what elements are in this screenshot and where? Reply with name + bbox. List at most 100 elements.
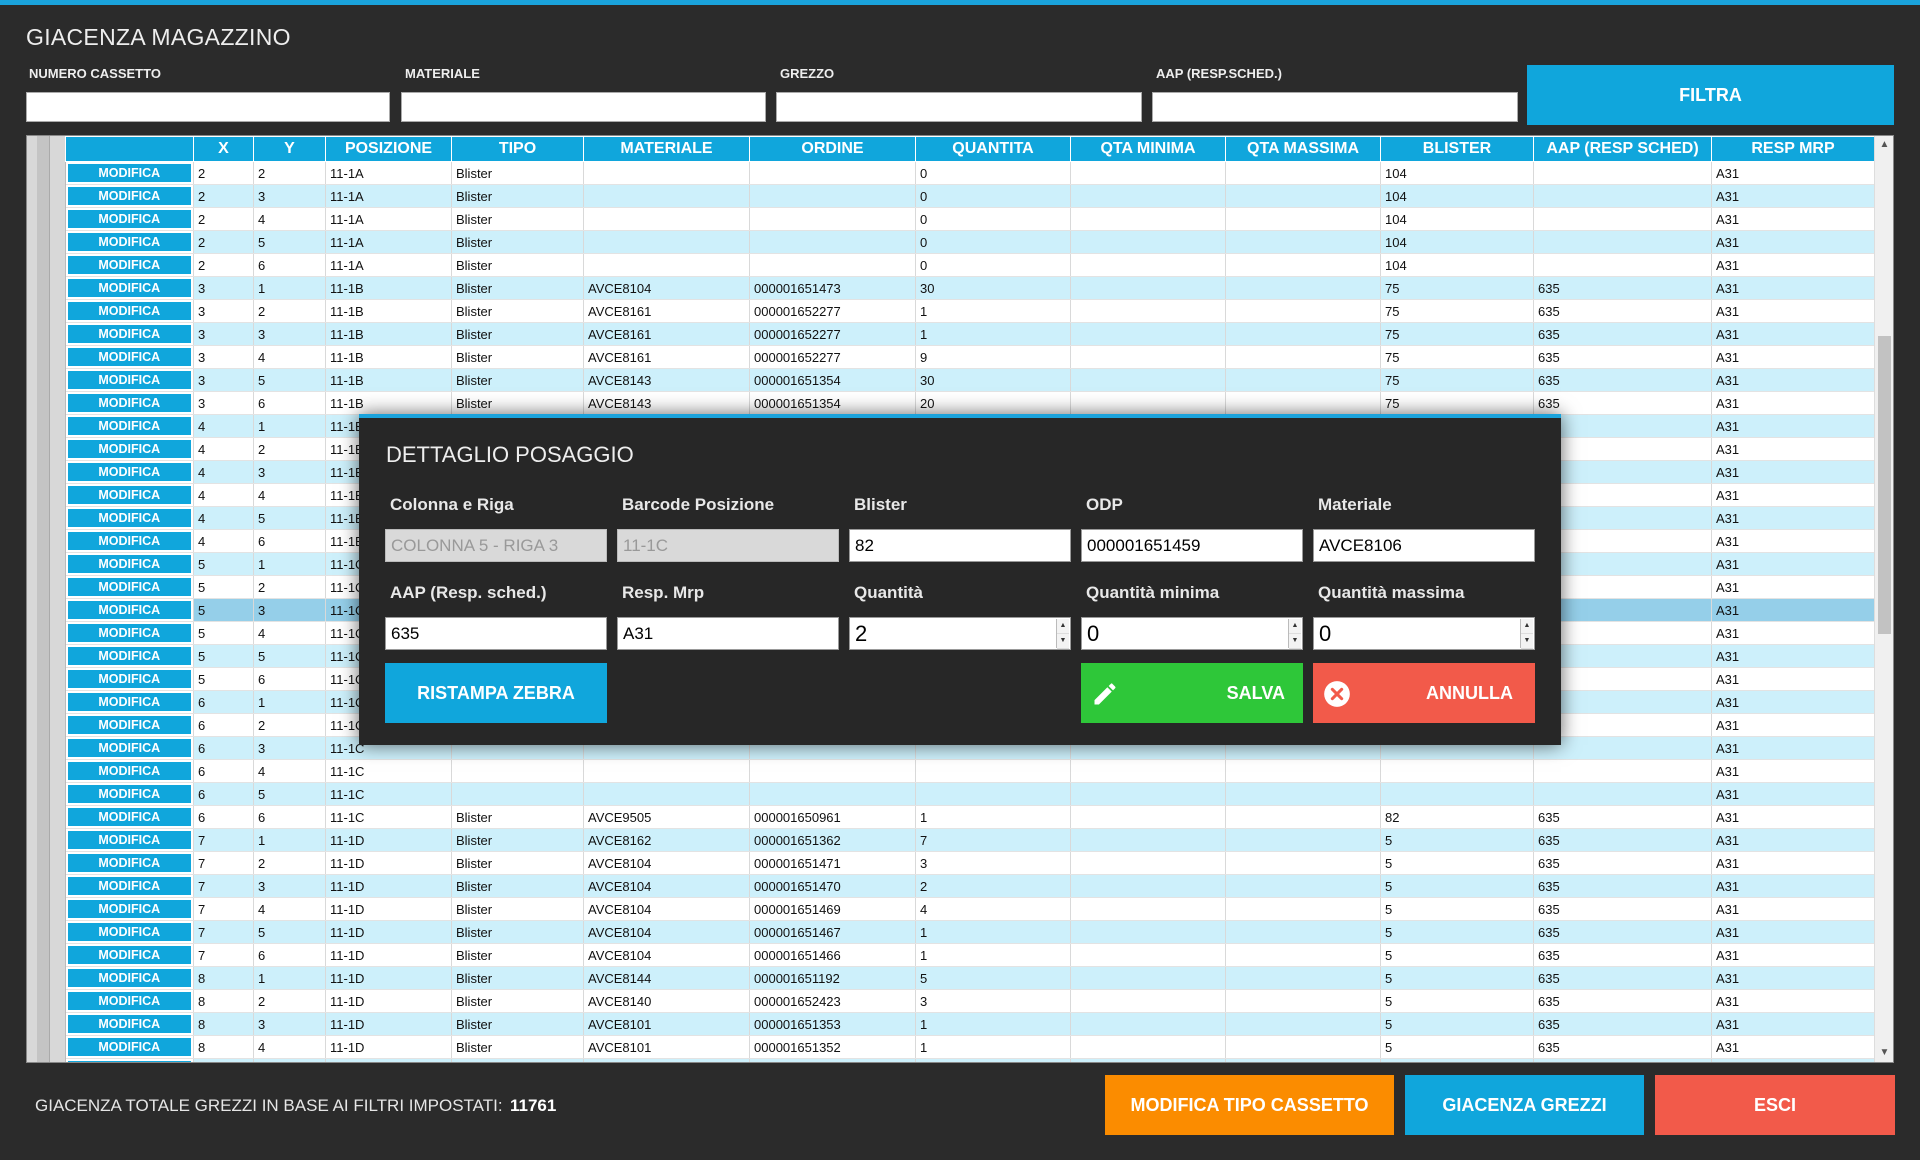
- modifica-button[interactable]: MODIFICA: [67, 164, 191, 182]
- scroll-up-icon[interactable]: ▲: [1875, 136, 1893, 154]
- modifica-button[interactable]: MODIFICA: [67, 670, 191, 688]
- quantita-spin-buttons[interactable]: ▲ ▼: [1056, 619, 1069, 649]
- table-row[interactable]: MODIFICA 2 3 11-1A Blister 0 104 A31: [65, 184, 1875, 208]
- modifica-button[interactable]: MODIFICA: [67, 187, 191, 205]
- ristampa-zebra-button[interactable]: RISTAMPA ZEBRA: [385, 663, 607, 723]
- modifica-button[interactable]: MODIFICA: [67, 808, 191, 826]
- modifica-button[interactable]: MODIFICA: [67, 877, 191, 895]
- modifica-button[interactable]: MODIFICA: [67, 555, 191, 573]
- modifica-button[interactable]: MODIFICA: [67, 578, 191, 596]
- table-row[interactable]: MODIFICA 2 6 11-1A Blister 0 104 A31: [65, 253, 1875, 277]
- column-header[interactable]: AAP (RESP SCHED): [1533, 136, 1712, 162]
- modifica-button[interactable]: MODIFICA: [67, 647, 191, 665]
- column-header[interactable]: QTA MASSIMA: [1225, 136, 1381, 162]
- modifica-button[interactable]: MODIFICA: [67, 440, 191, 458]
- table-row[interactable]: MODIFICA 2 2 11-1A Blister 0 104 A31: [65, 161, 1875, 185]
- modifica-button[interactable]: MODIFICA: [67, 509, 191, 527]
- blister-field[interactable]: 82: [849, 529, 1071, 562]
- modifica-button[interactable]: MODIFICA: [67, 1015, 191, 1033]
- filtra-button[interactable]: FILTRA: [1527, 65, 1894, 125]
- spin-up-icon[interactable]: ▲: [1057, 619, 1069, 634]
- table-row[interactable]: MODIFICA 3 6 11-1B Blister AVCE8143 0000016513…: [65, 391, 1875, 415]
- column-header[interactable]: RESP MRP: [1711, 136, 1875, 162]
- modifica-button[interactable]: MODIFICA: [67, 762, 191, 780]
- table-row[interactable]: MODIFICA 8 1 11-1D Blister AVCE8144 0000016511…: [65, 966, 1875, 990]
- spin-up-icon[interactable]: ▲: [1521, 619, 1533, 634]
- quantita-stepper[interactable]: 2 ▲ ▼: [849, 617, 1071, 650]
- table-row[interactable]: MODIFICA 3 1 11-1B Blister AVCE8104 0000016514…: [65, 276, 1875, 300]
- salva-button[interactable]: SALVA: [1081, 663, 1303, 723]
- column-header[interactable]: X: [193, 136, 254, 162]
- grezzo-filter-input[interactable]: [776, 92, 1142, 122]
- resp-mrp-field[interactable]: A31: [617, 617, 839, 650]
- qta-minima-spin-buttons[interactable]: ▲ ▼: [1288, 619, 1301, 649]
- table-row[interactable]: MODIFICA 7 1 11-1D Blister AVCE8162 0000016513…: [65, 828, 1875, 852]
- modifica-button[interactable]: MODIFICA: [67, 1038, 191, 1056]
- aap-field[interactable]: 635: [385, 617, 607, 650]
- qta-massima-spin-buttons[interactable]: ▲ ▼: [1520, 619, 1533, 649]
- modifica-button[interactable]: MODIFICA: [67, 624, 191, 642]
- modifica-button[interactable]: MODIFICA: [67, 233, 191, 251]
- modifica-button[interactable]: MODIFICA: [67, 210, 191, 228]
- modifica-button[interactable]: MODIFICA: [67, 394, 191, 412]
- modifica-button[interactable]: MODIFICA: [67, 739, 191, 757]
- materiale-filter-input[interactable]: [401, 92, 766, 122]
- modifica-button[interactable]: MODIFICA: [67, 601, 191, 619]
- table-row[interactable]: MODIFICA 3 3 11-1B Blister AVCE8161 0000016522…: [65, 322, 1875, 346]
- modifica-button[interactable]: MODIFICA: [67, 900, 191, 918]
- spin-down-icon[interactable]: ▼: [1521, 634, 1533, 649]
- column-header[interactable]: MATERIALE: [583, 136, 750, 162]
- annulla-button[interactable]: ANNULLA: [1313, 663, 1535, 723]
- modifica-button[interactable]: MODIFICA: [67, 716, 191, 734]
- column-header[interactable]: ORDINE: [749, 136, 916, 162]
- modifica-button[interactable]: MODIFICA: [67, 693, 191, 711]
- spin-up-icon[interactable]: ▲: [1289, 619, 1301, 634]
- modifica-button[interactable]: MODIFICA: [67, 785, 191, 803]
- modifica-button[interactable]: MODIFICA: [67, 417, 191, 435]
- table-row[interactable]: MODIFICA 6 4 11-1C A31: [65, 759, 1875, 783]
- scrollbar-thumb[interactable]: [1878, 336, 1891, 634]
- scroll-down-icon[interactable]: ▼: [1875, 1044, 1893, 1062]
- modifica-button[interactable]: MODIFICA: [67, 992, 191, 1010]
- modifica-button[interactable]: MODIFICA: [67, 831, 191, 849]
- column-header[interactable]: BLISTER: [1380, 136, 1534, 162]
- column-header[interactable]: TIPO: [451, 136, 584, 162]
- table-row[interactable]: MODIFICA 7 6 11-1D Blister AVCE8104 0000016514…: [65, 943, 1875, 967]
- table-row[interactable]: MODIFICA 2 5 11-1A Blister 0 104 A31: [65, 230, 1875, 254]
- table-row[interactable]: MODIFICA8511-1DBlisterAVCE81010000016513…: [65, 1058, 1875, 1062]
- column-header[interactable]: POSIZIONE: [325, 136, 452, 162]
- modifica-tipo-cassetto-button[interactable]: MODIFICA TIPO CASSETTO: [1105, 1075, 1394, 1135]
- column-header[interactable]: Y: [253, 136, 326, 162]
- spin-down-icon[interactable]: ▼: [1289, 634, 1301, 649]
- esci-button[interactable]: ESCI: [1655, 1075, 1895, 1135]
- table-row[interactable]: MODIFICA 2 4 11-1A Blister 0 104 A31: [65, 207, 1875, 231]
- table-row[interactable]: MODIFICA 3 5 11-1B Blister AVCE8143 0000016513…: [65, 368, 1875, 392]
- aap-filter-input[interactable]: [1152, 92, 1518, 122]
- modifica-button[interactable]: MODIFICA: [67, 946, 191, 964]
- modifica-button[interactable]: MODIFICA: [67, 969, 191, 987]
- table-row[interactable]: MODIFICA 3 2 11-1B Blister AVCE8161 0000016522…: [65, 299, 1875, 323]
- modifica-button[interactable]: MODIFICA: [67, 854, 191, 872]
- spin-down-icon[interactable]: ▼: [1057, 634, 1069, 649]
- table-row[interactable]: MODIFICA 8 3 11-1D Blister AVCE8101 0000016513…: [65, 1012, 1875, 1036]
- modifica-button[interactable]: MODIFICA: [67, 532, 191, 550]
- modifica-button[interactable]: MODIFICA: [67, 256, 191, 274]
- grid-vertical-scrollbar[interactable]: ▲ ▼: [1874, 136, 1893, 1062]
- modifica-button[interactable]: MODIFICA: [67, 923, 191, 941]
- modifica-button[interactable]: MODIFICA: [67, 371, 191, 389]
- table-row[interactable]: MODIFICA 7 3 11-1D Blister AVCE8104 0000016514…: [65, 874, 1875, 898]
- materiale-field[interactable]: AVCE8106: [1313, 529, 1535, 562]
- table-row[interactable]: MODIFICA 7 5 11-1D Blister AVCE8104 0000016514…: [65, 920, 1875, 944]
- table-row[interactable]: MODIFICA 8 4 11-1D Blister AVCE8101 0000016513…: [65, 1035, 1875, 1059]
- qta-minima-stepper[interactable]: 0 ▲ ▼: [1081, 617, 1303, 650]
- qta-massima-stepper[interactable]: 0 ▲ ▼: [1313, 617, 1535, 650]
- column-header[interactable]: [65, 136, 194, 162]
- modifica-button[interactable]: MODIFICA: [67, 325, 191, 343]
- table-row[interactable]: MODIFICA 6 5 11-1C A31: [65, 782, 1875, 806]
- modifica-button[interactable]: MODIFICA: [67, 1061, 191, 1062]
- modifica-button[interactable]: MODIFICA: [67, 348, 191, 366]
- odp-field[interactable]: 000001651459: [1081, 529, 1303, 562]
- modifica-button[interactable]: MODIFICA: [67, 463, 191, 481]
- table-row[interactable]: MODIFICA 7 4 11-1D Blister AVCE8104 0000016514…: [65, 897, 1875, 921]
- modifica-button[interactable]: MODIFICA: [67, 279, 191, 297]
